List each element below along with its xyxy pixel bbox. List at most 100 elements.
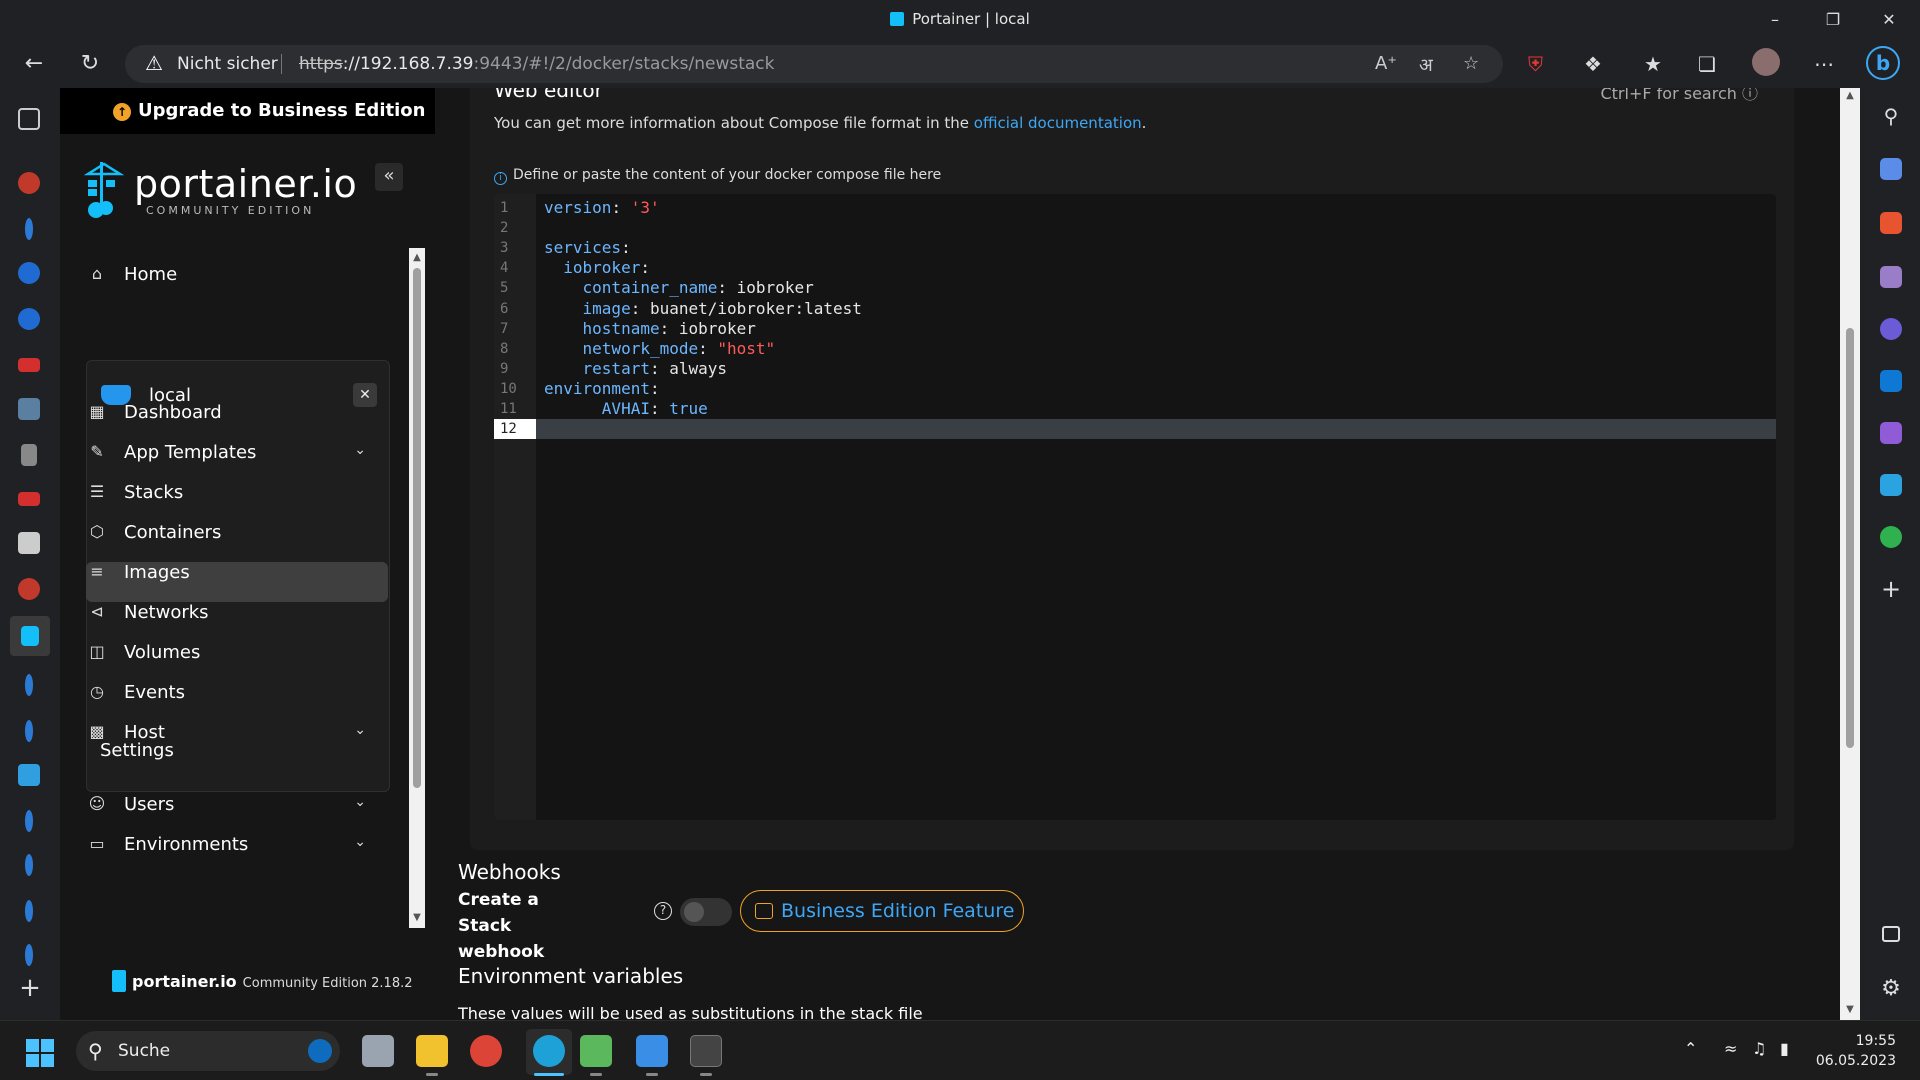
collections-icon[interactable]: ❏ <box>1698 52 1716 76</box>
translate-icon[interactable]: अ <box>1419 53 1433 77</box>
tab-favicon-icon[interactable] <box>21 444 37 466</box>
upgrade-banner[interactable]: ↑ Upgrade to Business Edition <box>60 88 435 134</box>
copilot-icon[interactable] <box>1880 318 1902 340</box>
tab-favicon-icon[interactable] <box>18 492 40 506</box>
tab-favicon-icon[interactable] <box>18 578 40 600</box>
tab-favicon-icon[interactable] <box>25 720 33 742</box>
outlook-icon[interactable] <box>1880 370 1902 392</box>
tab-favicon-icon[interactable] <box>18 262 40 284</box>
business-edition-feature-button[interactable]: Business Edition Feature <box>740 890 1024 932</box>
settings-gear-icon[interactable]: ⚙ <box>1880 976 1902 1001</box>
tab-favicon-icon[interactable] <box>18 308 40 330</box>
code-line[interactable]: 11 AVHAI: true <box>494 399 1776 419</box>
sidebar-item-images[interactable]: ≡ Images <box>86 552 378 592</box>
search-icon[interactable]: ⚲ <box>1880 104 1902 128</box>
code-line[interactable]: 3 services: <box>494 238 1776 258</box>
restore-button[interactable]: ❐ <box>1810 6 1856 34</box>
tab-favicon-icon[interactable] <box>25 944 33 966</box>
terminal-icon[interactable] <box>690 1035 722 1067</box>
taskbar-clock[interactable]: 19:55 06.05.2023 <box>1816 1031 1896 1071</box>
tab-favicon-icon[interactable] <box>25 218 33 240</box>
add-favorite-icon[interactable]: ☆ <box>1463 53 1479 74</box>
code-line[interactable]: 7 hostname: iobroker <box>494 319 1776 339</box>
sidebar-item-volumes[interactable]: ◫ Volumes <box>86 632 378 672</box>
tab-favicon-icon[interactable] <box>18 532 40 554</box>
sidebar-item-home[interactable]: ⌂ Home <box>86 254 378 294</box>
sidebar-item-environments[interactable]: ▭ Environments ⌄ <box>86 824 378 864</box>
webhook-toggle[interactable] <box>680 898 732 926</box>
tab-favicon-icon[interactable] <box>18 764 40 786</box>
scroll-down-arrow-icon[interactable]: ▼ <box>411 912 423 924</box>
chrome-icon[interactable] <box>470 1035 502 1067</box>
task-view-icon[interactable] <box>362 1035 394 1067</box>
tab-favicon-icon[interactable] <box>25 900 33 922</box>
back-button[interactable]: ← <box>16 48 52 80</box>
sidebar-scrollbar[interactable]: ▲ ▼ <box>409 248 425 928</box>
sidebar-item-networks[interactable]: ⊲ Networks <box>86 592 378 632</box>
question-circle-icon[interactable]: ? <box>654 902 672 920</box>
code-line[interactable]: 8 network_mode: "host" <box>494 339 1776 359</box>
more-menu-icon[interactable]: ⋯ <box>1814 52 1834 76</box>
address-bar[interactable]: ⚠ Nicht sicher https://192.168.7.39:9443… <box>125 45 1503 83</box>
tab-favicon-icon[interactable] <box>25 810 33 832</box>
sidebar-item-containers[interactable]: ⬡ Containers <box>86 512 378 552</box>
sidebar-item-events[interactable]: ◷ Events <box>86 672 378 712</box>
shield-extension-icon[interactable]: ⛨ <box>1528 52 1543 76</box>
tab-favicon-icon[interactable] <box>18 398 40 420</box>
wifi-icon[interactable]: ≈ <box>1724 1039 1737 1058</box>
code-line[interactable]: 10 environment: <box>494 379 1776 399</box>
code-line[interactable]: 5 container_name: iobroker <box>494 278 1776 298</box>
file-explorer-icon[interactable] <box>416 1035 448 1067</box>
sidebar-item-app-templates[interactable]: ✎ App Templates ⌄ <box>86 432 378 472</box>
tools-icon[interactable] <box>1880 212 1902 234</box>
scroll-up-arrow-icon[interactable]: ▲ <box>411 252 423 264</box>
tab-favicon-icon[interactable] <box>18 172 40 194</box>
page-scrollbar-thumb[interactable] <box>1846 328 1854 748</box>
sidebar-item-dashboard[interactable]: ▦ Dashboard <box>86 392 378 432</box>
chevron-up-icon[interactable]: ⌃ <box>1684 1039 1697 1058</box>
taskbar-search[interactable]: ⚲ Suche <box>76 1031 340 1071</box>
code-line[interactable]: 12 <box>494 419 1776 440</box>
extensions-icon[interactable]: ❖ <box>1584 52 1602 76</box>
hide-sidebar-icon[interactable] <box>1882 926 1900 942</box>
reload-button[interactable]: ↻ <box>72 48 108 80</box>
scroll-up-arrow-icon[interactable]: ▲ <box>1844 90 1856 102</box>
close-window-button[interactable]: ✕ <box>1866 6 1912 34</box>
iobroker-app-icon[interactable] <box>580 1035 612 1067</box>
tab-favicon-icon[interactable] <box>18 358 40 372</box>
code-line[interactable]: 1 version: '3' <box>494 198 1776 218</box>
send-icon[interactable] <box>1880 474 1902 496</box>
notepad-icon[interactable] <box>636 1035 668 1067</box>
url-text[interactable]: https://192.168.7.39:9443/#!/2/docker/st… <box>299 54 775 74</box>
sidebar-item-users[interactable]: ☺ Users ⌄ <box>86 784 378 824</box>
tree-icon[interactable] <box>1880 526 1902 548</box>
shopping-icon[interactable] <box>1880 158 1902 180</box>
scroll-down-arrow-icon[interactable]: ▼ <box>1844 1004 1856 1016</box>
tab-actions-icon[interactable] <box>18 108 40 130</box>
favorites-icon[interactable]: ★ <box>1644 52 1662 76</box>
sidebar-item-stacks[interactable]: ☰ Stacks <box>86 472 378 512</box>
new-tab-icon[interactable]: + <box>16 974 44 1002</box>
windows-start-icon[interactable] <box>26 1039 54 1067</box>
code-line[interactable]: 6 image: buanet/iobroker:latest <box>494 299 1776 319</box>
collapse-sidebar-button[interactable]: « <box>375 163 403 191</box>
code-line[interactable]: 4 iobroker: <box>494 258 1776 278</box>
read-aloud-icon[interactable]: A⁺ <box>1375 53 1397 74</box>
designer-icon[interactable] <box>1880 422 1902 444</box>
battery-icon[interactable]: ▮ <box>1780 1039 1789 1058</box>
profile-avatar[interactable] <box>1752 48 1780 76</box>
games-icon[interactable] <box>1880 266 1902 288</box>
edge-icon[interactable] <box>533 1035 565 1067</box>
tab-favicon-icon[interactable] <box>25 854 33 876</box>
code-line[interactable]: 2 <box>494 218 1776 238</box>
code-line[interactable]: 9 restart: always <box>494 359 1776 379</box>
sidebar-scrollbar-thumb[interactable] <box>413 268 421 788</box>
bing-copilot-icon[interactable]: b <box>1866 46 1900 80</box>
code-editor[interactable]: 1 version: '3' 2 3 services: 4 iobroker: 5 con… <box>494 194 1776 820</box>
minimize-button[interactable]: – <box>1752 6 1798 34</box>
add-sidebar-app-icon[interactable]: + <box>1880 577 1902 601</box>
official-documentation-link[interactable]: official documentation <box>974 114 1142 132</box>
tab-favicon-icon[interactable] <box>25 674 33 696</box>
volume-icon[interactable]: ♫ <box>1752 1039 1766 1058</box>
page-scrollbar[interactable]: ▲ ▼ <box>1840 88 1860 1020</box>
